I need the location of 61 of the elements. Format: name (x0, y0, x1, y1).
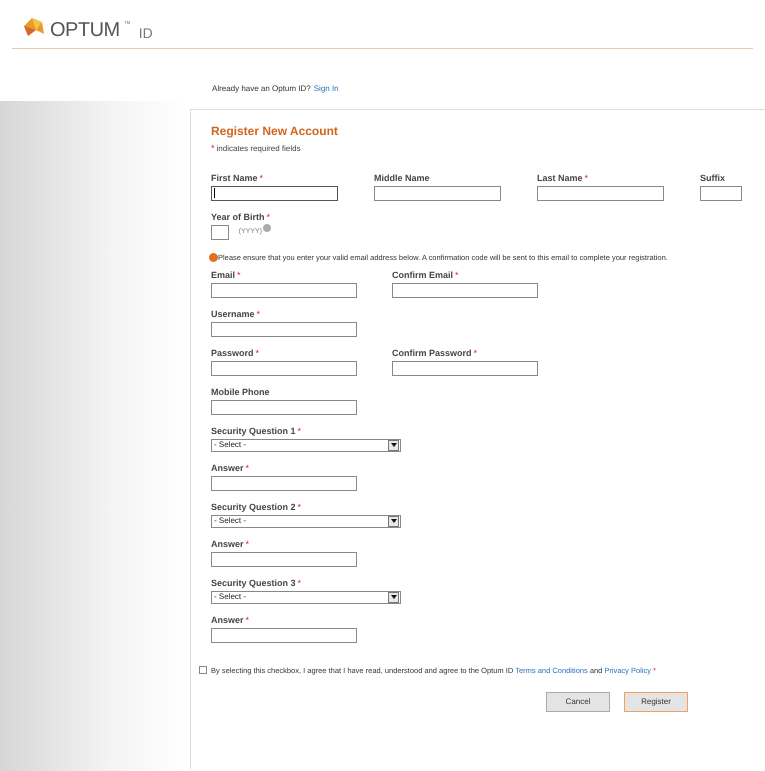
field-label: Password (211, 346, 254, 360)
field-label: Security Question 2 (211, 500, 296, 514)
input-field[interactable] (211, 360, 357, 376)
required-mark: * (246, 538, 250, 551)
register-button[interactable]: Register (624, 692, 688, 712)
input-field[interactable] (700, 186, 742, 200)
input-field[interactable] (211, 476, 357, 491)
input-field[interactable] (211, 186, 338, 200)
required-mark: * (211, 142, 215, 155)
input-field[interactable] (211, 282, 357, 298)
required-mark: * (256, 346, 260, 360)
field-label: Security Question 3 (211, 576, 296, 590)
sign-in-link[interactable]: Sign In (314, 83, 339, 95)
form-title: Register New Account (211, 123, 339, 140)
required-mark: * (246, 614, 250, 627)
input-field[interactable] (392, 360, 538, 376)
required-mark: * (260, 172, 264, 184)
field-label: Confirm Email (392, 268, 454, 282)
field-label: Confirm Password (392, 346, 472, 360)
field-label: First Name (211, 172, 258, 184)
field-label: Answer (211, 614, 244, 627)
required-mark: * (246, 462, 250, 475)
warning-icon (209, 252, 218, 262)
select-field[interactable]: - Select - (211, 590, 401, 604)
field-label: Mobile Phone (211, 386, 270, 399)
select-field[interactable]: - Select - (211, 514, 401, 528)
field-label: Last Name (537, 172, 583, 184)
required-note: indicates required fields (216, 143, 301, 155)
required-mark: * (455, 268, 459, 282)
required-mark: * (298, 500, 302, 514)
field-label: Year of Birth (211, 210, 265, 224)
input-field[interactable] (374, 186, 501, 200)
signin-prompt: Already have an Optum ID? (212, 83, 311, 95)
field-label: Email (211, 268, 236, 282)
required-mark: * (237, 268, 241, 282)
required-mark: * (584, 172, 588, 184)
field-label: Suffix (700, 172, 726, 184)
field-label: Security Question 1 (211, 424, 296, 438)
agreement-checkbox[interactable] (199, 666, 207, 674)
input-field[interactable] (392, 282, 538, 298)
required-mark: * (298, 576, 302, 590)
product-name: ID (138, 26, 153, 40)
required-mark: * (298, 424, 302, 438)
input-field[interactable] (211, 224, 229, 240)
required-mark: * (266, 210, 270, 224)
field-label: Answer (211, 538, 244, 551)
input-field[interactable] (211, 400, 357, 415)
help-icon[interactable] (263, 224, 271, 232)
field-label: Middle Name (374, 172, 430, 184)
required-mark: * (474, 346, 478, 360)
input-field[interactable] (211, 552, 357, 567)
required-mark: * (256, 308, 260, 321)
field-label: Username (211, 308, 255, 321)
input-field[interactable] (537, 186, 664, 200)
logo-icon (22, 16, 46, 38)
input-field[interactable] (211, 628, 357, 643)
cancel-button[interactable]: Cancel (546, 692, 610, 712)
select-field[interactable]: - Select - (211, 438, 401, 452)
logo-text: OPTUM (50, 20, 120, 40)
input-field[interactable] (211, 322, 357, 337)
field-label: Answer (211, 462, 244, 475)
